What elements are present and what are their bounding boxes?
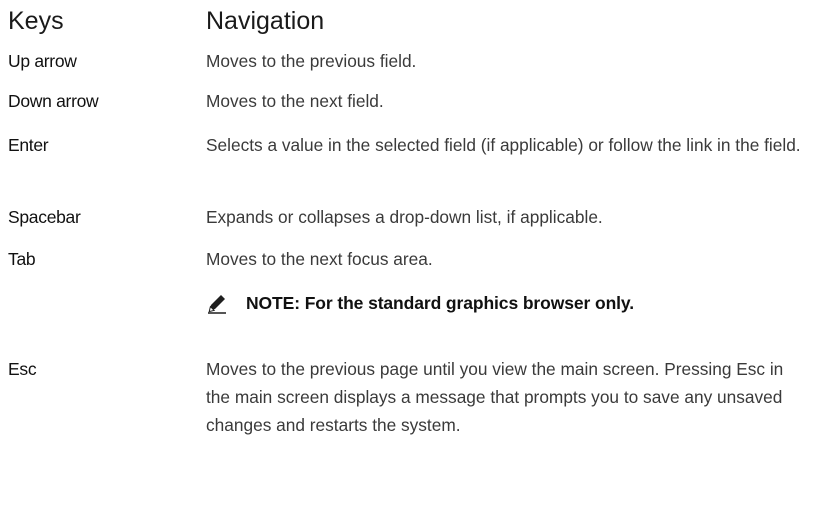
description-cell: Moves to the next field. [206, 91, 384, 111]
description-cell: Moves to the next focus area. [206, 249, 433, 269]
pencil-note-icon [206, 292, 228, 314]
table-row: Esc Moves to the previous page until you… [8, 358, 823, 498]
key-cell: Tab [8, 249, 36, 269]
table-row: Tab Moves to the next focus area. NOTE: … [8, 248, 823, 358]
table-row: Enter Selects a value in the selected fi… [8, 134, 823, 206]
table-row: Spacebar Expands or collapses a drop-dow… [8, 206, 823, 248]
keyboard-navigation-table: Keys Navigation Up arrow Moves to the pr… [8, 6, 823, 498]
column-header-navigation: Navigation [206, 7, 325, 35]
description-cell: Moves to the previous page until you vie… [206, 359, 784, 435]
column-header-keys: Keys [8, 7, 64, 35]
key-cell: Enter [8, 135, 49, 155]
table-row: Up arrow Moves to the previous field. [8, 50, 823, 90]
description-cell: Moves to the previous field. [206, 51, 417, 71]
description-cell: Expands or collapses a drop-down list, i… [206, 207, 603, 227]
table-header: Keys Navigation [8, 6, 823, 50]
key-cell: Up arrow [8, 51, 77, 71]
key-cell: Down arrow [8, 91, 99, 111]
note-text: NOTE: For the standard graphics browser … [246, 292, 635, 313]
note-callout: NOTE: For the standard graphics browser … [206, 292, 634, 314]
description-cell: Selects a value in the selected field (i… [206, 135, 801, 155]
key-cell: Esc [8, 359, 37, 379]
key-cell: Spacebar [8, 207, 81, 227]
table-row: Down arrow Moves to the next field. [8, 90, 823, 134]
